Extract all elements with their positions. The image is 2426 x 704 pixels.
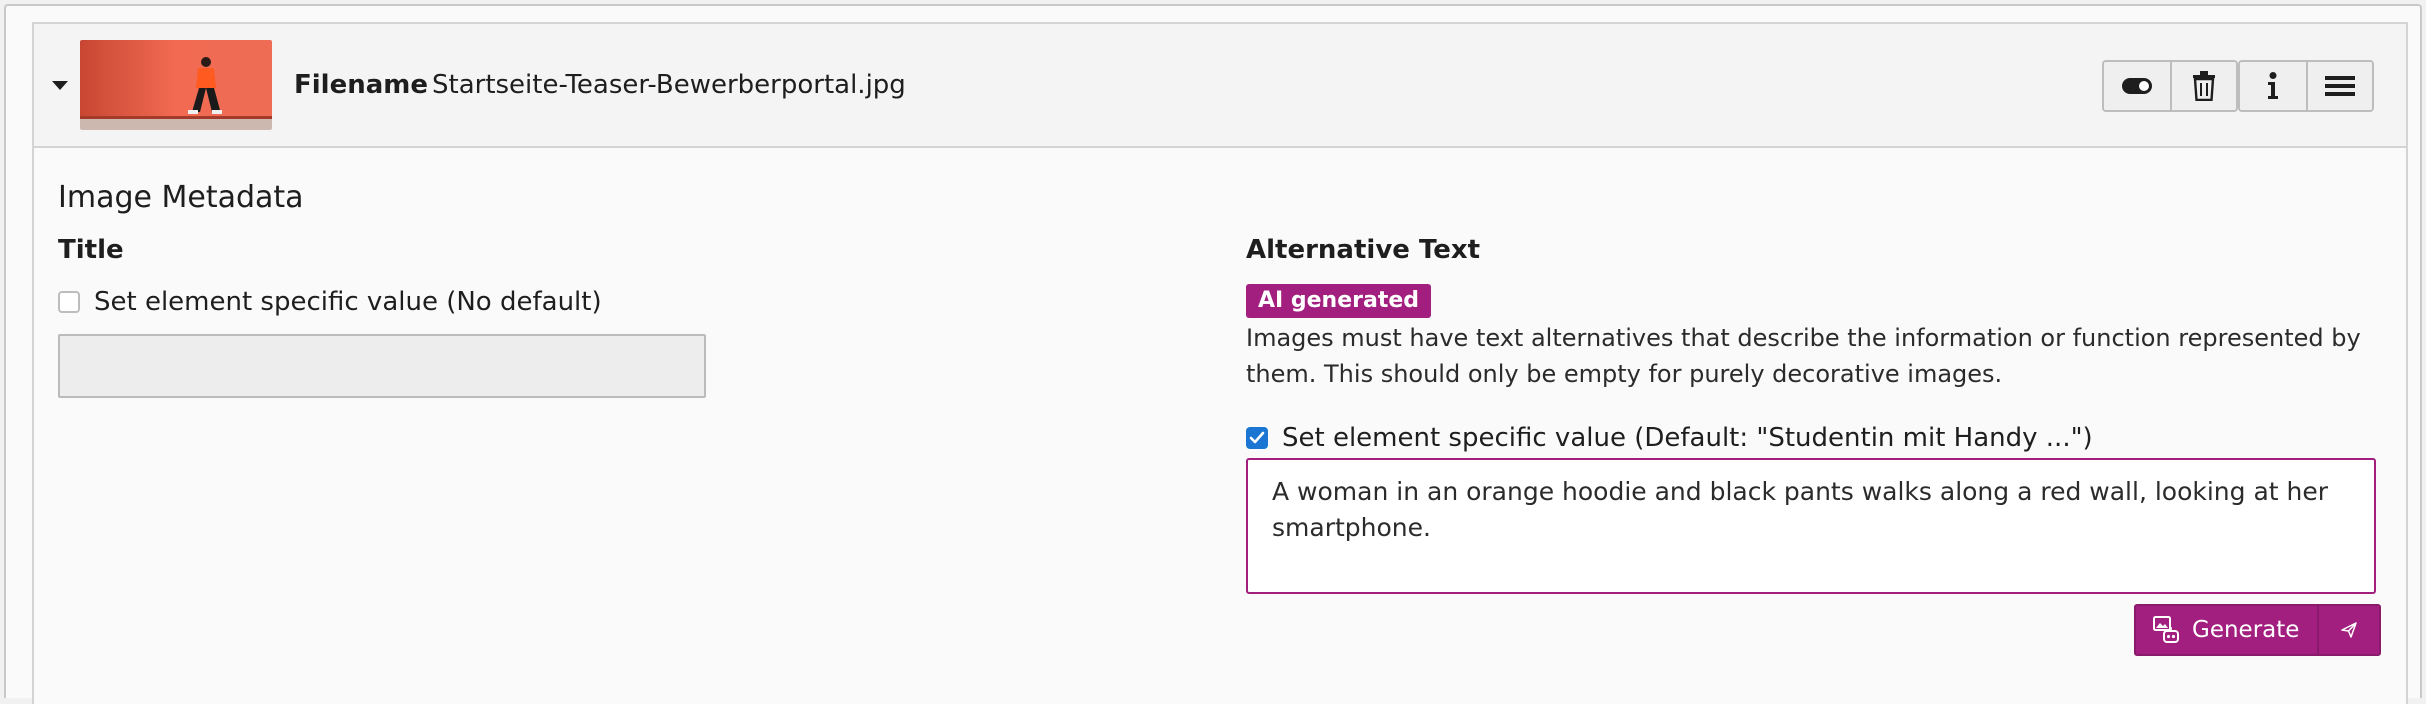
- ai-image-icon: [2153, 616, 2179, 643]
- generate-options-button[interactable]: [2317, 606, 2380, 654]
- generate-button-group: Generate: [2134, 604, 2382, 656]
- alt-text-help: Images must have text alternatives that …: [1246, 324, 2361, 388]
- alt-text-textarea[interactable]: A woman in an orange hoodie and black pa…: [1246, 458, 2376, 594]
- toggle-visibility-button[interactable]: [2104, 62, 2170, 110]
- collapse-caret-icon[interactable]: [52, 81, 68, 90]
- info-menu-button-group: [2238, 60, 2374, 112]
- ai-generated-badge: AI generated: [1246, 284, 1432, 318]
- alt-override-row: Set element specific value (Default: "St…: [1246, 422, 2093, 454]
- title-override-checkbox[interactable]: [58, 291, 80, 313]
- delete-button[interactable]: [2170, 62, 2236, 110]
- title-input[interactable]: [58, 334, 706, 398]
- section-title: Image Metadata: [58, 180, 304, 215]
- title-override-label: Set element specific value (No default): [94, 287, 602, 317]
- file-reference-panel: Filename Startseite-Teaser-Bewerberporta…: [32, 22, 2408, 704]
- alt-text-field-label: Alternative Text: [1246, 235, 1481, 265]
- info-icon: [2268, 72, 2278, 99]
- filename-value: Startseite-Teaser-Bewerberportal.jpg: [432, 70, 906, 100]
- toggle-icon: [2122, 78, 2152, 94]
- alt-override-checkbox[interactable]: [1246, 427, 1268, 449]
- menu-icon: [2325, 76, 2355, 96]
- title-field-label: Title: [58, 235, 124, 265]
- content-element-container: Filename Startseite-Teaser-Bewerberporta…: [4, 4, 2422, 704]
- alt-override-label: Set element specific value (Default: "St…: [1282, 423, 2093, 453]
- generate-button[interactable]: Generate: [2136, 606, 2318, 654]
- paper-plane-icon: [2341, 622, 2358, 638]
- title-override-row: Set element specific value (No default): [58, 286, 602, 318]
- drag-menu-button[interactable]: [2306, 62, 2372, 110]
- checkmark-icon: [1249, 431, 1265, 444]
- info-button[interactable]: [2240, 62, 2306, 110]
- file-reference-header[interactable]: Filename Startseite-Teaser-Bewerberporta…: [34, 24, 2406, 148]
- filename-label: Filename: [294, 70, 428, 100]
- trash-icon: [2193, 71, 2215, 101]
- visibility-delete-button-group: [2102, 60, 2238, 112]
- generate-button-label: Generate: [2192, 617, 2300, 643]
- image-thumbnail: [80, 40, 272, 130]
